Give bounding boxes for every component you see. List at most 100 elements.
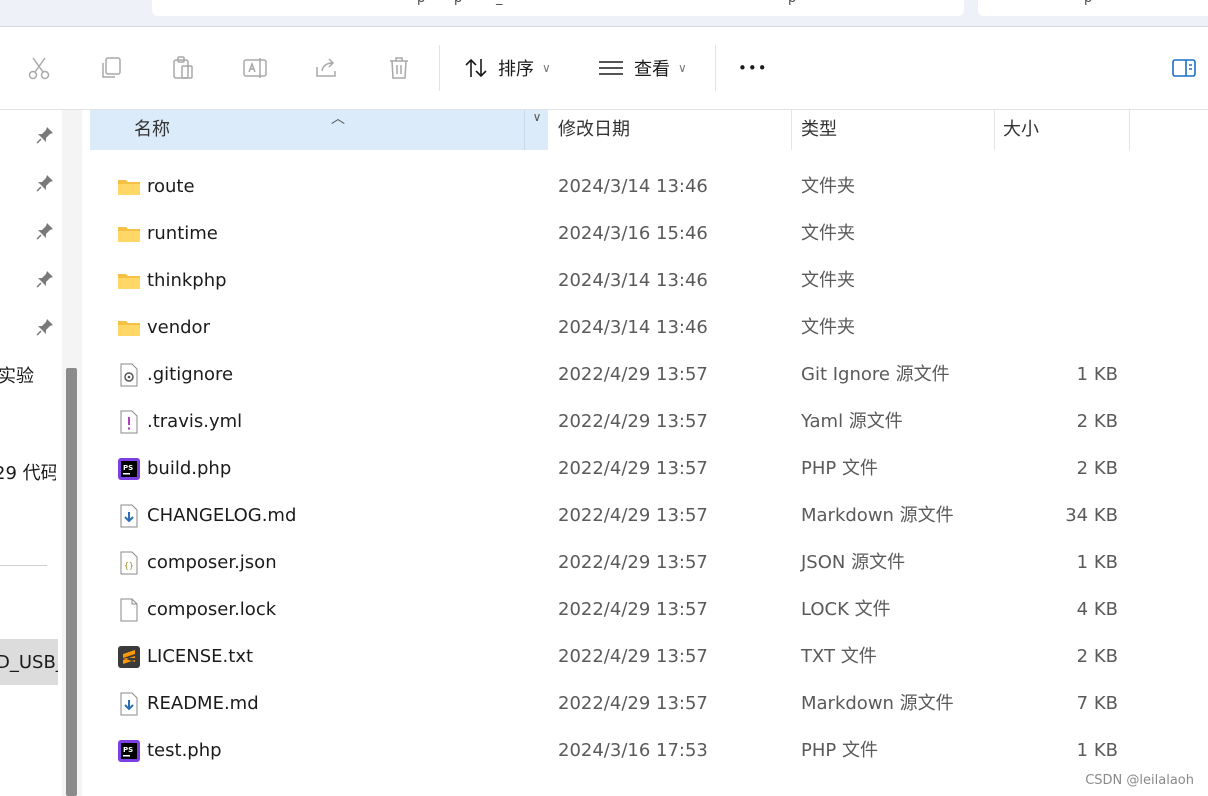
file-date: 2022/4/29 13:57 bbox=[558, 364, 708, 385]
file-type: PHP 文件 bbox=[801, 458, 878, 479]
file-size: 4 KB bbox=[1076, 599, 1118, 620]
file-date: 2024/3/14 13:46 bbox=[558, 270, 708, 291]
svg-text:PS: PS bbox=[123, 464, 133, 472]
pin-icon[interactable] bbox=[36, 270, 54, 288]
navigation-pane: 实验 29 代码 D_USB_ bbox=[0, 110, 62, 796]
scissors-icon bbox=[28, 57, 50, 80]
sublime-file-icon bbox=[117, 645, 141, 669]
file-row[interactable]: README.md 2022/4/29 13:57 Markdown 源文件 7 KB bbox=[88, 680, 1208, 727]
file-size: 2 KB bbox=[1076, 458, 1118, 479]
column-header-name[interactable]: 名称 bbox=[90, 110, 548, 150]
file-size: 7 KB bbox=[1076, 693, 1118, 714]
column-header-row: 名称 ︿ ∨ 修改日期 类型 大小 bbox=[88, 110, 1208, 150]
watermark: CSDN @leilalaoh bbox=[1085, 773, 1194, 788]
more-dots-icon: ••• bbox=[738, 59, 768, 77]
column-header-type[interactable]: 类型 bbox=[801, 110, 837, 150]
address-fragment: _ bbox=[496, 0, 503, 6]
svg-text:PS: PS bbox=[123, 746, 133, 754]
sidebar-divider bbox=[0, 565, 47, 566]
file-row[interactable]: route 2024/3/14 13:46 文件夹 bbox=[88, 163, 1208, 210]
file-type: Markdown 源文件 bbox=[801, 693, 954, 714]
sidebar-item-label: 实验 bbox=[0, 366, 34, 387]
column-filter-dropdown[interactable]: ∨ bbox=[524, 110, 549, 150]
file-row[interactable]: .gitignore 2022/4/29 13:57 Git Ignore 源文件 1… bbox=[88, 351, 1208, 398]
rename-icon bbox=[243, 58, 267, 78]
column-divider[interactable] bbox=[1129, 110, 1130, 150]
folder-icon bbox=[117, 269, 141, 293]
file-row[interactable]: composer.lock 2022/4/29 13:57 LOCK 文件 4 KB bbox=[88, 586, 1208, 633]
sidebar-item-code[interactable]: 29 代码 bbox=[0, 459, 56, 485]
svg-text:{}: {} bbox=[124, 561, 134, 570]
cut-button[interactable] bbox=[25, 54, 53, 82]
column-header-size[interactable]: 大小 bbox=[1003, 110, 1039, 150]
pin-icon[interactable] bbox=[36, 222, 54, 240]
sort-icon bbox=[465, 58, 487, 78]
file-row[interactable]: {} composer.json 2022/4/29 13:57 JSON 源文件 1 … bbox=[88, 539, 1208, 586]
markdown-file-icon bbox=[117, 504, 141, 528]
file-type: 文件夹 bbox=[801, 317, 855, 338]
paste-button[interactable] bbox=[169, 54, 197, 82]
file-size: 1 KB bbox=[1076, 552, 1118, 573]
chevron-down-icon: ∨ bbox=[532, 110, 542, 124]
file-row[interactable]: vendor 2024/3/14 13:46 文件夹 bbox=[88, 304, 1208, 351]
address-fragment: p bbox=[454, 0, 462, 6]
pin-icon[interactable] bbox=[36, 126, 54, 144]
share-button[interactable] bbox=[313, 54, 341, 82]
view-menu[interactable]: 查看 ∨ bbox=[598, 53, 687, 83]
file-row[interactable]: runtime 2024/3/16 15:46 文件夹 bbox=[88, 210, 1208, 257]
column-divider[interactable] bbox=[994, 110, 995, 150]
file-date: 2024/3/14 13:46 bbox=[558, 317, 708, 338]
file-name: composer.json bbox=[147, 552, 277, 573]
file-date: 2022/4/29 13:57 bbox=[558, 693, 708, 714]
blank-file-icon bbox=[117, 598, 141, 622]
file-name: test.php bbox=[147, 740, 222, 761]
column-divider[interactable] bbox=[791, 110, 792, 150]
pin-icon[interactable] bbox=[36, 174, 54, 192]
file-type: 文件夹 bbox=[801, 223, 855, 244]
file-date: 2024/3/14 13:46 bbox=[558, 176, 708, 197]
address-bar[interactable]: p p _ p bbox=[152, 0, 964, 16]
file-size: 2 KB bbox=[1076, 646, 1118, 667]
more-options-button[interactable]: ••• bbox=[738, 53, 768, 83]
column-name-label: 名称 bbox=[134, 119, 170, 140]
folder-icon bbox=[117, 222, 141, 246]
sort-menu[interactable]: 排序 ∨ bbox=[464, 53, 551, 83]
file-row[interactable]: .travis.yml 2022/4/29 13:57 Yaml 源文件 2 KB bbox=[88, 398, 1208, 445]
file-date: 2024/3/16 15:46 bbox=[558, 223, 708, 244]
file-row[interactable]: PS test.php 2024/3/16 17:53 PHP 文件 1 KB bbox=[88, 727, 1208, 774]
scrollbar-thumb[interactable] bbox=[66, 368, 77, 796]
trash-icon bbox=[390, 57, 408, 79]
file-row[interactable]: thinkphp 2024/3/14 13:46 文件夹 bbox=[88, 257, 1208, 304]
file-row[interactable]: LICENSE.txt 2022/4/29 13:57 TXT 文件 2 KB bbox=[88, 633, 1208, 680]
pin-icon[interactable] bbox=[36, 318, 54, 336]
file-list: 名称 ︿ ∨ 修改日期 类型 大小 public2024/3/14 13:46文… bbox=[88, 110, 1208, 796]
file-row[interactable]: PS build.php 2022/4/29 13:57 PHP 文件 2 KB bbox=[88, 445, 1208, 492]
file-name: CHANGELOG.md bbox=[147, 505, 297, 526]
sidebar-scrollbar[interactable] bbox=[62, 110, 82, 796]
folder-icon bbox=[117, 316, 141, 340]
column-header-date[interactable]: 修改日期 bbox=[558, 110, 630, 150]
search-box[interactable]: p bbox=[978, 0, 1208, 16]
file-type: 文件夹 bbox=[801, 176, 855, 197]
yaml-file-icon bbox=[117, 410, 141, 434]
file-name: build.php bbox=[147, 458, 232, 479]
share-icon bbox=[316, 58, 336, 77]
sidebar-item-lab[interactable]: 实验 bbox=[0, 362, 60, 388]
phpstorm-file-icon: PS bbox=[117, 457, 141, 481]
copy-button[interactable] bbox=[97, 54, 125, 82]
file-date: 2022/4/29 13:57 bbox=[558, 599, 708, 620]
delete-button[interactable] bbox=[385, 54, 413, 82]
file-type: LOCK 文件 bbox=[801, 599, 891, 620]
sort-ascending-icon: ︿ bbox=[331, 111, 345, 127]
sidebar-item-usb[interactable]: D_USB_ bbox=[0, 652, 58, 673]
details-pane-button[interactable] bbox=[1170, 54, 1198, 82]
file-row[interactable]: CHANGELOG.md 2022/4/29 13:57 Markdown 源文件 3… bbox=[88, 492, 1208, 539]
file-date: 2024/3/16 17:53 bbox=[558, 740, 708, 761]
clipboard-icon bbox=[173, 56, 193, 79]
command-bar: 排序 ∨ 查看 ∨ ••• bbox=[0, 27, 1208, 110]
rename-button[interactable] bbox=[241, 54, 269, 82]
gitignore-file-icon bbox=[117, 363, 141, 387]
file-type: JSON 源文件 bbox=[801, 552, 906, 573]
file-size: 34 KB bbox=[1065, 505, 1118, 526]
file-size: 2 KB bbox=[1076, 411, 1118, 432]
